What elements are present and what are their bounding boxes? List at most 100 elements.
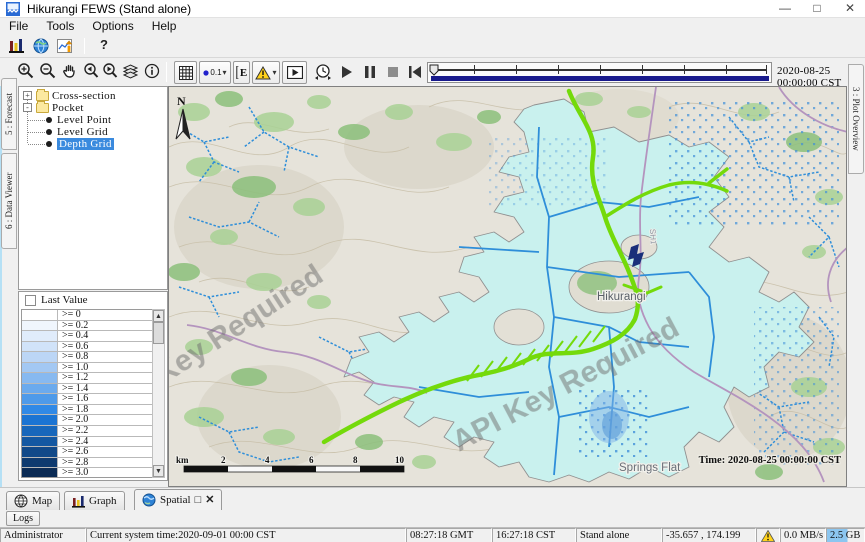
tab-close-icon[interactable]: ✕ bbox=[205, 495, 214, 506]
legend-swatch bbox=[22, 321, 58, 331]
toolbar-separator bbox=[84, 38, 85, 54]
bullet-icon bbox=[46, 129, 52, 135]
application-window: Hikurangi FEWS (Stand alone) — □ ✕ File … bbox=[0, 0, 865, 542]
scale-label: E bbox=[240, 67, 247, 79]
map-display-icon[interactable] bbox=[33, 38, 49, 54]
status-gmt-time: 08:27:18 GMT bbox=[406, 528, 492, 542]
legend-label: >= 1.8 bbox=[58, 405, 152, 415]
timeseries-display-icon[interactable] bbox=[57, 38, 75, 54]
scroll-down-icon[interactable]: ▼ bbox=[153, 465, 164, 477]
globe-wireframe-icon bbox=[14, 494, 28, 508]
play-icon[interactable] bbox=[341, 65, 353, 79]
pause-icon[interactable] bbox=[364, 65, 376, 79]
warning-icon bbox=[255, 66, 271, 80]
scroll-up-icon[interactable]: ▲ bbox=[153, 310, 164, 322]
tab-map[interactable]: Map bbox=[6, 491, 60, 511]
stop-icon[interactable] bbox=[387, 65, 399, 79]
map-svg: Hikurangi Springs Flat SH1 N km 2 4 6 8 … bbox=[169, 87, 847, 487]
legend-panel: Last Value >= 0>= 0.2>= 0.4>= 0.6>= 0.8>… bbox=[18, 291, 168, 481]
warning-icon bbox=[761, 530, 775, 542]
legend-swatch bbox=[22, 384, 58, 394]
set-current-time-icon[interactable] bbox=[313, 62, 333, 82]
svg-text:km: km bbox=[176, 455, 189, 465]
tab-spatial[interactable]: Spatial □ ✕ bbox=[134, 489, 222, 511]
layers-icon[interactable] bbox=[122, 63, 139, 80]
menu-file[interactable]: File bbox=[0, 18, 37, 35]
scroll-thumb[interactable] bbox=[153, 322, 164, 344]
tree-node-level-grid[interactable]: Level Grid bbox=[19, 126, 167, 138]
minimize-button[interactable]: — bbox=[770, 0, 800, 18]
step-backward-icon[interactable] bbox=[408, 65, 422, 79]
legend-swatch bbox=[22, 426, 58, 436]
close-button[interactable]: ✕ bbox=[835, 0, 865, 18]
legend-swatch bbox=[22, 352, 58, 362]
legend-swatch bbox=[22, 415, 58, 425]
folder-icon bbox=[36, 91, 49, 101]
zoom-in-icon[interactable] bbox=[17, 62, 35, 80]
folder-icon bbox=[36, 103, 49, 113]
legend-label: >= 0.6 bbox=[58, 342, 152, 352]
status-mode: Stand alone bbox=[576, 528, 662, 542]
legend-class-table: >= 0>= 0.2>= 0.4>= 0.6>= 0.8>= 1.0>= 1.2… bbox=[21, 309, 153, 478]
map-canvas[interactable]: Hikurangi Springs Flat SH1 N km 2 4 6 8 … bbox=[168, 86, 847, 487]
status-local-time: 16:27:18 CST bbox=[492, 528, 576, 542]
legend-row[interactable]: >= 0 bbox=[22, 310, 152, 321]
database-viewer-icon[interactable] bbox=[8, 38, 25, 54]
svg-text:6: 6 bbox=[309, 455, 314, 465]
scale-editor-button[interactable]: E bbox=[233, 61, 250, 84]
logs-button[interactable]: Logs bbox=[6, 511, 40, 526]
toolbar-separator bbox=[166, 62, 167, 82]
menu-tools[interactable]: Tools bbox=[37, 18, 83, 35]
movie-play-icon bbox=[287, 66, 303, 79]
expand-icon[interactable]: + bbox=[23, 91, 32, 100]
legend-label: >= 1.0 bbox=[58, 363, 152, 373]
svg-text:2: 2 bbox=[221, 455, 226, 465]
legend-row[interactable]: >= 2.2 bbox=[22, 426, 152, 437]
svg-text:4: 4 bbox=[265, 455, 270, 465]
tab-plot-overview[interactable]: 3 : Plot Overview bbox=[848, 64, 864, 174]
time-slider-thumb[interactable] bbox=[429, 64, 439, 76]
grid-toggle-button[interactable] bbox=[174, 61, 197, 84]
tab-maximize-icon[interactable]: □ bbox=[195, 495, 202, 506]
main-toolbar: ? bbox=[0, 35, 865, 57]
thresholds-dropdown[interactable]: ▾ bbox=[252, 61, 280, 84]
tree-node-depth-grid[interactable]: Depth Grid bbox=[19, 138, 167, 150]
tree-node-label: Cross-section bbox=[52, 90, 116, 102]
status-user: Administrator bbox=[0, 528, 86, 542]
tab-graph[interactable]: Graph bbox=[64, 491, 125, 511]
legend-label: >= 2.0 bbox=[58, 415, 152, 425]
time-slider[interactable] bbox=[427, 62, 772, 83]
logs-row: Logs bbox=[0, 510, 865, 527]
classification-dropdown[interactable]: 0.1 ▾ bbox=[199, 61, 231, 84]
legend-label: >= 0 bbox=[58, 310, 152, 320]
svg-text:N: N bbox=[177, 94, 186, 108]
status-memory: 2.5 GB bbox=[826, 528, 865, 542]
menu-options[interactable]: Options bbox=[83, 18, 142, 35]
tab-forecast[interactable]: 5 : Forecast bbox=[1, 78, 17, 150]
zoom-out-icon[interactable] bbox=[39, 62, 57, 80]
tree-node-label-selected: Depth Grid bbox=[57, 138, 114, 150]
legend-scrollbar[interactable]: ▲ ▼ bbox=[152, 309, 165, 478]
legend-swatch bbox=[22, 405, 58, 415]
info-icon[interactable] bbox=[144, 63, 160, 79]
status-warning-cell[interactable] bbox=[756, 528, 780, 542]
zoom-next-icon[interactable] bbox=[101, 62, 119, 80]
globe-icon bbox=[142, 493, 156, 507]
pan-hand-icon[interactable] bbox=[61, 62, 79, 80]
class-dot-icon bbox=[203, 70, 209, 76]
menu-help[interactable]: Help bbox=[143, 18, 186, 35]
svg-text:8: 8 bbox=[353, 455, 358, 465]
bar-chart-icon bbox=[72, 495, 85, 508]
animation-button[interactable] bbox=[282, 61, 307, 84]
bottom-tab-bar: Map Graph Spatial □ ✕ bbox=[0, 487, 865, 510]
map-time-overlay: Time: 2020-08-25 00:00:00 CST bbox=[699, 455, 841, 466]
zoom-previous-icon[interactable] bbox=[82, 62, 100, 80]
last-value-checkbox[interactable] bbox=[25, 295, 36, 306]
help-icon[interactable]: ? bbox=[100, 37, 108, 52]
tree-node-pocket[interactable]: - Pocket bbox=[19, 102, 167, 114]
tree-node-level-point[interactable]: Level Point bbox=[19, 114, 167, 126]
legend-row[interactable]: >= 3.0 bbox=[22, 468, 152, 478]
collapse-icon[interactable]: - bbox=[23, 103, 32, 112]
maximize-button[interactable]: □ bbox=[802, 0, 832, 18]
tab-data-viewer[interactable]: 6 : Data Viewer bbox=[1, 153, 17, 249]
